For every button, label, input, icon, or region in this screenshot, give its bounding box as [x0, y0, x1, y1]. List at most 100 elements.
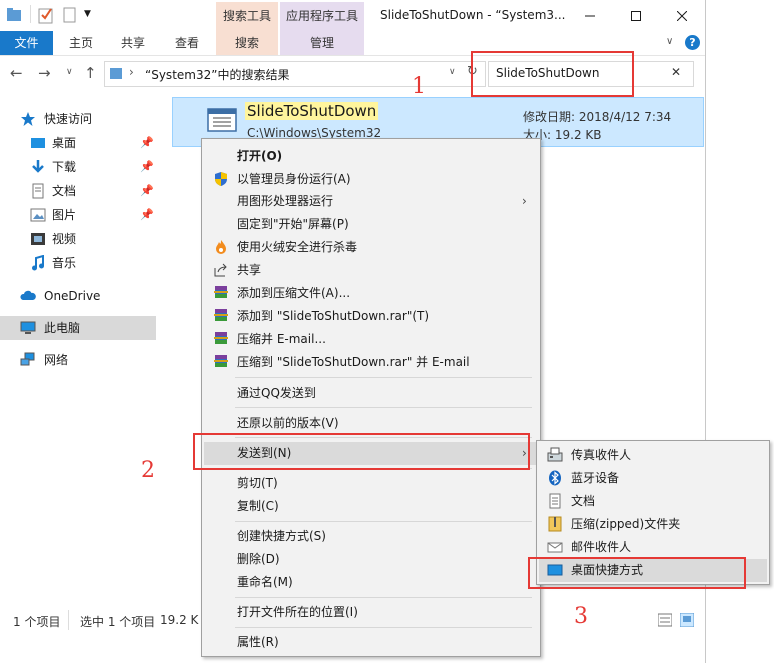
menu-item-send-qq[interactable]: 通过QQ发送到 [204, 382, 538, 405]
winrar-icon [213, 331, 229, 347]
pin-icon[interactable]: 📌 [140, 179, 154, 203]
menu-separator [235, 627, 532, 628]
menu-item-delete[interactable]: 删除(D) [204, 548, 538, 571]
menu-item-add-archive[interactable]: 添加到压缩文件(A)... [204, 282, 538, 305]
close-button[interactable] [659, 0, 705, 31]
menu-item-run-as-admin[interactable]: 以管理员身份运行(A) [204, 168, 538, 191]
menu-item-rename[interactable]: 重命名(M) [204, 571, 538, 594]
selected-size: 19.2 K [160, 613, 199, 627]
nav-desktop[interactable]: 桌面 📌 [0, 131, 156, 155]
tab-search[interactable]: 搜索 [216, 31, 278, 55]
breadcrumb-chevron-icon[interactable]: › [129, 65, 134, 79]
new-folder-icon[interactable] [62, 7, 78, 23]
music-icon [30, 255, 46, 271]
annotation-step-3: 3 [574, 604, 588, 629]
submenu-item-documents[interactable]: 文档 [539, 490, 767, 513]
computer-icon [20, 320, 36, 336]
quick-access-dropdown-icon[interactable]: ▼ [84, 9, 91, 19]
menu-label: 使用火绒安全进行杀毒 [237, 240, 358, 254]
menu-item-pin-start[interactable]: 固定到"开始"屏幕(P) [204, 213, 538, 236]
cloud-icon [20, 288, 36, 304]
winrar-icon [213, 285, 229, 301]
help-icon[interactable]: ? [685, 35, 700, 50]
submenu-label: 压缩(zipped)文件夹 [571, 517, 681, 531]
menu-item-open[interactable]: 打开(O) [204, 145, 538, 168]
title-bar: ▼ 搜索工具 应用程序工具 SlideToShutDown - “System3… [0, 0, 705, 54]
menu-item-create-shortcut[interactable]: 创建快捷方式(S) [204, 525, 538, 548]
menu-item-copy[interactable]: 复制(C) [204, 495, 538, 518]
document-icon [30, 183, 46, 199]
forward-icon[interactable]: → [38, 64, 51, 82]
recent-dropdown-icon[interactable]: ∨ [66, 67, 73, 77]
desktop-icon [30, 135, 46, 151]
nav-videos[interactable]: 视频 [0, 227, 156, 251]
network-icon [20, 352, 36, 368]
winrar-icon [213, 354, 229, 370]
menu-item-add-rar[interactable]: 添加到 "SlideToShutDown.rar"(T) [204, 305, 538, 328]
menu-item-properties[interactable]: 属性(R) [204, 631, 538, 654]
breadcrumb[interactable]: “System32”中的搜索结果 [145, 66, 289, 83]
collapse-ribbon-icon[interactable]: ∨ [666, 36, 673, 47]
pin-icon[interactable]: 📌 [140, 131, 154, 155]
bluetooth-icon [547, 470, 563, 486]
menu-item-compress-rar-email[interactable]: 压缩到 "SlideToShutDown.rar" 并 E-mail [204, 351, 538, 374]
search-tools-title: 搜索工具 [222, 9, 271, 23]
video-icon [30, 231, 46, 247]
menu-item-gpu-run[interactable]: 用图形处理器运行 › [204, 190, 538, 213]
menu-item-cut[interactable]: 剪切(T) [204, 472, 538, 495]
submenu-item-zip[interactable]: 压缩(zipped)文件夹 [539, 513, 767, 536]
annotation-step-1: 1 [412, 74, 426, 99]
menu-label: 复制(C) [237, 499, 279, 513]
menu-item-huorong-scan[interactable]: 使用火绒安全进行杀毒 [204, 236, 538, 259]
large-icons-view-icon[interactable] [680, 613, 694, 627]
nav-downloads[interactable]: 下载 📌 [0, 155, 156, 179]
submenu-item-mail[interactable]: 邮件收件人 [539, 536, 767, 559]
clear-search-icon[interactable]: ✕ [671, 65, 681, 79]
nav-pictures[interactable]: 图片 📌 [0, 203, 156, 227]
minimize-button[interactable] [567, 0, 613, 31]
menu-separator [235, 377, 532, 378]
menu-item-restore-versions[interactable]: 还原以前的版本(V) [204, 412, 538, 435]
nav-label: 下载 [52, 160, 77, 174]
menu-item-share[interactable]: 共享 [204, 259, 538, 282]
menu-label: 添加到 "SlideToShutDown.rar"(T) [237, 309, 430, 323]
share-icon [213, 262, 229, 278]
menu-label: 压缩并 E-mail... [237, 332, 326, 346]
address-bar[interactable]: › “System32”中的搜索结果 ∨ ↻ [104, 61, 486, 87]
file-name: SlideToShutDown [245, 102, 379, 120]
nav-documents[interactable]: 文档 📌 [0, 179, 156, 203]
menu-separator [235, 597, 532, 598]
up-icon[interactable]: ↑ [84, 64, 97, 82]
item-count: 1 个项目 [13, 615, 61, 629]
nav-music[interactable]: 音乐 [0, 251, 156, 275]
nav-label: OneDrive [44, 289, 101, 303]
tab-view[interactable]: 查看 [166, 31, 208, 55]
menu-label: 固定到"开始"屏幕(P) [237, 217, 349, 231]
nav-quick-access[interactable]: 快速访问 [0, 107, 156, 131]
tab-home[interactable]: 主页 [60, 31, 102, 55]
maximize-button[interactable] [613, 0, 659, 31]
menu-item-open-location[interactable]: 打开文件所在的位置(I) [204, 601, 538, 624]
pin-icon[interactable]: 📌 [140, 203, 154, 227]
nav-label: 网络 [44, 353, 69, 367]
zip-folder-icon [547, 516, 563, 532]
submenu-item-bluetooth[interactable]: 蓝牙设备 [539, 467, 767, 490]
tab-file[interactable]: 文件 [0, 31, 53, 55]
folder-icon[interactable] [6, 7, 22, 23]
nav-this-pc[interactable]: 此电脑 [0, 316, 156, 340]
tab-share[interactable]: 共享 [112, 31, 154, 55]
menu-item-compress-email[interactable]: 压缩并 E-mail... [204, 328, 538, 351]
properties-icon[interactable] [38, 6, 54, 24]
submenu-arrow-icon: › [522, 194, 527, 208]
back-icon[interactable]: ← [10, 64, 23, 82]
app-tools-title: 应用程序工具 [285, 9, 358, 23]
minimize-icon [585, 15, 595, 16]
menu-label: 用图形处理器运行 [237, 194, 334, 208]
pin-icon[interactable]: 📌 [140, 155, 154, 179]
submenu-item-fax[interactable]: 传真收件人 [539, 444, 767, 467]
nav-network[interactable]: 网络 [0, 348, 156, 372]
nav-onedrive[interactable]: OneDrive [0, 284, 156, 308]
tab-manage[interactable]: 管理 [280, 31, 364, 55]
address-dropdown-icon[interactable]: ∨ [449, 67, 456, 77]
details-view-icon[interactable] [658, 613, 672, 627]
